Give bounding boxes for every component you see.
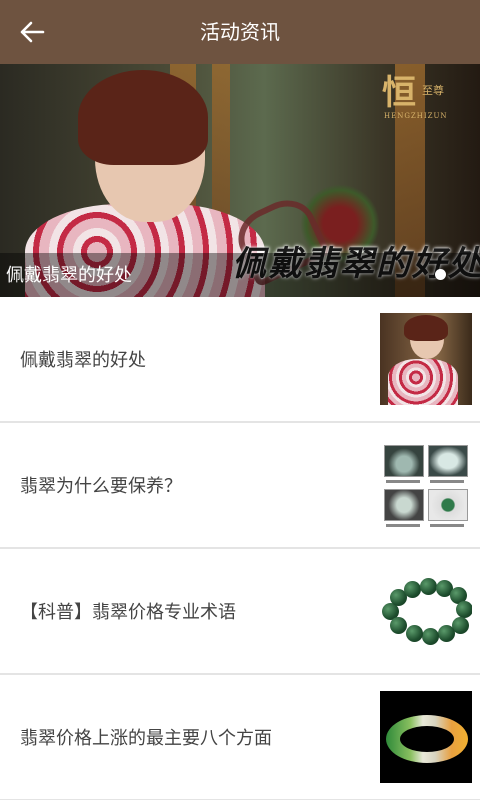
news-title: 佩戴翡翠的好处 — [20, 350, 146, 371]
news-item[interactable]: 佩戴翡翠的好处 — [0, 297, 480, 423]
banner-caption: 佩戴翡翠的好处 — [6, 265, 132, 286]
news-title: 翡翠为什么要保养？ — [20, 476, 182, 497]
news-item[interactable]: 翡翠价格上涨的最主要八个方面 — [0, 675, 480, 800]
news-title: 【科普】翡翠价格专业术语 — [20, 602, 236, 623]
news-item[interactable]: 【科普】翡翠价格专业术语 — [0, 549, 480, 675]
brand-logo: 恒 至尊 HENGZHIZUN — [382, 73, 448, 120]
news-thumbnail — [380, 439, 472, 531]
news-item[interactable]: 翡翠为什么要保养？ — [0, 423, 480, 549]
news-list: 佩戴翡翠的好处 翡翠为什么要保养？ 【科普】翡翠价格专业术语 翡翠价格上涨的最主… — [0, 297, 480, 800]
carousel-indicator-dot[interactable] — [435, 269, 446, 280]
news-thumbnail — [380, 691, 472, 783]
app-bar: 活动资讯 — [0, 0, 480, 64]
news-title: 翡翠价格上涨的最主要八个方面 — [20, 728, 272, 749]
page-title: 活动资讯 — [200, 20, 280, 44]
banner-woman-hair — [78, 70, 208, 165]
news-thumbnail — [380, 313, 472, 405]
news-thumbnail — [380, 565, 472, 657]
banner-carousel[interactable]: 恒 至尊 HENGZHIZUN 佩戴翡翠的好处 佩戴翡翠的好处 — [0, 64, 480, 297]
